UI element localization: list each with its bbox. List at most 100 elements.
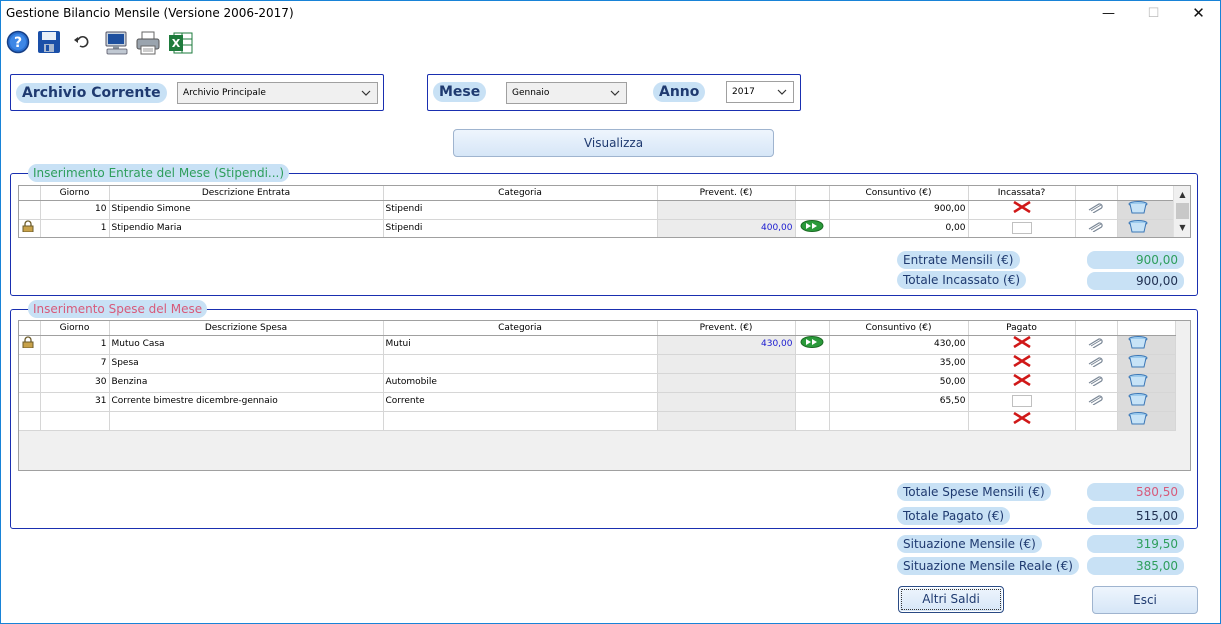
help-icon[interactable]: ? [6,30,32,56]
cell-delete[interactable] [1117,219,1176,237]
mese-select[interactable]: Gennaio [506,82,627,104]
entrate-scrollbar[interactable]: ▲ ▼ [1173,186,1190,237]
trash-icon[interactable] [1118,200,1158,214]
cell-prevent[interactable] [657,354,796,374]
cell-categoria[interactable] [383,411,658,431]
cell-giorno[interactable] [40,411,110,431]
table-row[interactable]: 7 Spesa 35,00 [19,354,1176,374]
excel-icon[interactable]: X [168,30,194,56]
cell-prevent[interactable] [657,373,796,393]
cell-delete[interactable] [1117,200,1176,220]
checkbox[interactable] [1011,394,1032,407]
paperclip-icon[interactable] [1086,220,1106,233]
cell-consuntivo[interactable] [829,411,969,431]
cell-pagato[interactable] [968,354,1076,374]
cell-delete[interactable] [1117,335,1176,355]
cell-descrizione[interactable]: Mutuo Casa [109,335,384,355]
unpaid-x-icon[interactable] [1011,412,1033,424]
cell-descrizione[interactable]: Stipendio Maria [109,219,384,237]
cell-delete[interactable] [1117,373,1176,393]
row-selector[interactable] [19,219,41,237]
cell-prevent[interactable]: 430,00 [657,335,796,355]
cell-prevent[interactable] [657,392,796,412]
computer-icon[interactable] [104,30,130,56]
cell-consuntivo[interactable]: 900,00 [829,200,969,220]
cell-categoria[interactable] [383,354,658,374]
trash-icon[interactable] [1118,373,1158,387]
cell-pagato[interactable] [968,392,1076,412]
cell-consuntivo[interactable]: 50,00 [829,373,969,393]
save-icon[interactable] [37,30,63,56]
cell-categoria[interactable]: Stipendi [383,200,658,220]
table-row[interactable]: 10 Stipendio Simone Stipendi 900,00 [19,200,1176,220]
cell-descrizione[interactable]: Spesa [109,354,384,374]
maximize-icon[interactable]: ☐ [1131,0,1176,28]
row-selector[interactable] [19,392,41,412]
cell-descrizione[interactable] [109,411,384,431]
esci-button[interactable]: Esci [1092,586,1198,614]
cell-consuntivo[interactable]: 35,00 [829,354,969,374]
cell-consuntivo[interactable]: 65,50 [829,392,969,412]
cell-consuntivo[interactable]: 430,00 [829,335,969,355]
cell-consuntivo[interactable]: 0,00 [829,219,969,237]
checkbox[interactable] [1011,221,1032,234]
row-selector[interactable] [19,411,41,431]
table-row[interactable]: 1 Mutuo Casa Mutui 430,00 430,00 [19,335,1176,355]
cell-descrizione[interactable]: Benzina [109,373,384,393]
cell-giorno[interactable]: 31 [40,392,110,412]
cell-descrizione[interactable]: Stipendio Simone [109,200,384,220]
cell-pagato[interactable] [968,411,1076,431]
printer-icon[interactable] [135,30,161,56]
cell-pagato[interactable] [968,373,1076,393]
cell-delete[interactable] [1117,411,1176,431]
table-row[interactable] [19,411,1176,431]
cell-categoria[interactable]: Corrente [383,392,658,412]
paperclip-icon[interactable] [1086,336,1106,349]
table-row[interactable]: 30 Benzina Automobile 50,00 [19,373,1176,393]
row-selector[interactable] [19,200,41,220]
row-selector[interactable] [19,373,41,393]
anno-select[interactable]: 2017 [726,81,794,103]
cell-arrow[interactable] [795,335,830,355]
cell-incassata[interactable] [968,219,1076,237]
altri-saldi-button[interactable]: Altri Saldi [898,586,1004,613]
cell-delete[interactable] [1117,392,1176,412]
cell-categoria[interactable]: Mutui [383,335,658,355]
cell-attach[interactable] [1075,200,1118,220]
unpaid-x-icon[interactable] [1011,336,1033,348]
paperclip-icon[interactable] [1086,374,1106,387]
cell-prevent[interactable] [657,200,796,220]
visualizza-button[interactable]: Visualizza [453,129,774,157]
cell-attach[interactable] [1075,354,1118,374]
row-selector[interactable] [19,335,41,355]
archivio-select[interactable]: Archivio Principale [177,82,378,104]
trash-icon[interactable] [1118,335,1158,349]
table-row[interactable]: 31 Corrente bimestre dicembre-gennaio Co… [19,392,1176,412]
trash-icon[interactable] [1118,392,1158,406]
cell-attach[interactable] [1075,219,1118,237]
cell-descrizione[interactable]: Corrente bimestre dicembre-gennaio [109,392,384,412]
cell-categoria[interactable]: Automobile [383,373,658,393]
cell-attach[interactable] [1075,373,1118,393]
scroll-up-icon[interactable]: ▲ [1174,188,1190,202]
cell-attach[interactable] [1075,335,1118,355]
undo-icon[interactable] [70,30,96,56]
transfer-arrow-icon[interactable] [800,220,824,232]
cell-prevent[interactable] [657,411,796,431]
paperclip-icon[interactable] [1086,355,1106,368]
scroll-down-icon[interactable]: ▼ [1174,221,1190,235]
cell-pagato[interactable] [968,335,1076,355]
row-selector[interactable] [19,354,41,374]
minimize-icon[interactable]: — [1086,0,1131,28]
cell-giorno[interactable]: 7 [40,354,110,374]
cell-arrow[interactable] [795,219,830,237]
cell-attach[interactable] [1075,392,1118,412]
table-row[interactable]: 1 Stipendio Maria Stipendi 400,00 0,00 [19,219,1176,237]
unpaid-x-icon[interactable] [1011,355,1033,367]
paperclip-icon[interactable] [1086,393,1106,406]
cell-giorno[interactable]: 30 [40,373,110,393]
paperclip-icon[interactable] [1086,201,1106,214]
trash-icon[interactable] [1118,354,1158,368]
cell-giorno[interactable]: 1 [40,219,110,237]
cell-delete[interactable] [1117,354,1176,374]
